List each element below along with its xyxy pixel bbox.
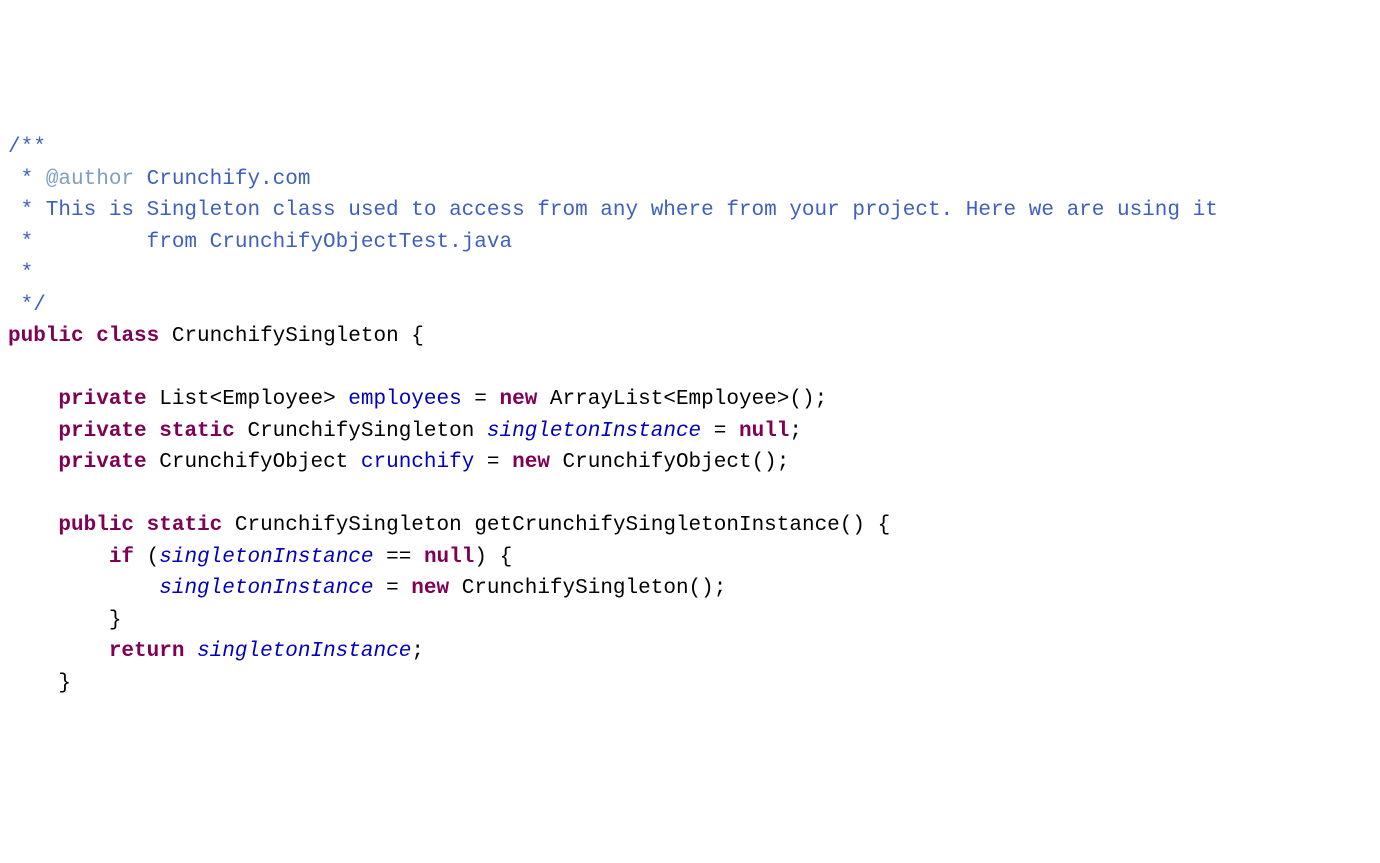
code-text: == [374,546,424,569]
code-text: = [701,420,739,443]
code-text [8,388,58,411]
javadoc-tag: @author [46,168,134,191]
code-line: * This is Singleton class used to access… [8,199,1218,222]
keyword: private [58,451,146,474]
code-text: CrunchifySingleton [235,420,487,443]
static-field: singletonInstance [197,640,411,663]
code-line: * [8,262,46,285]
keyword: class [96,325,159,348]
keyword: private [58,420,146,443]
code-line: /** [8,136,46,159]
code-text [84,325,97,348]
code-text: List<Employee> [147,388,349,411]
keyword: static [159,420,235,443]
code-line: */ [8,294,46,317]
code-text [184,640,197,663]
code-text [8,420,58,443]
code-text: CrunchifyObject(); [550,451,789,474]
code-text: ) { [474,546,512,569]
code-text: CrunchifySingleton(); [449,577,726,600]
code-text: = [373,577,411,600]
code-text: ArrayList<Employee>(); [537,388,827,411]
static-field: singletonInstance [487,420,701,443]
code-text [134,514,147,537]
keyword: return [109,640,185,663]
code-text: CrunchifyObjectTest.java [210,231,512,254]
code-text [8,546,109,569]
static-field: singletonInstance [159,577,373,600]
code-text [8,514,58,537]
field: crunchify [361,451,474,474]
field: employees [348,388,461,411]
code-line: } [8,672,71,695]
code-text: CrunchifyObject [147,451,361,474]
code-block: /** * @author Crunchify.com * This is Si… [8,132,1372,699]
code-text: ; [789,420,802,443]
keyword: new [512,451,550,474]
keyword: static [147,514,223,537]
keyword: new [411,577,449,600]
code-text: = [474,451,512,474]
code-line: * from [8,231,210,254]
code-text: CrunchifySingleton getCrunchifySingleton… [222,514,890,537]
code-text: CrunchifySingleton { [159,325,424,348]
static-field: singletonInstance [159,546,373,569]
code-text: ( [134,546,159,569]
code-text: Crunchify.com [134,168,310,191]
keyword: public [8,325,84,348]
code-text [8,451,58,474]
code-line: } [8,609,121,632]
code-text [8,640,109,663]
keyword: public [58,514,134,537]
code-text [147,420,160,443]
keyword: private [58,388,146,411]
code-text [8,577,159,600]
keyword: null [739,420,789,443]
keyword: null [424,546,474,569]
code-text: ; [411,640,424,663]
code-line: * [8,168,46,191]
keyword: new [500,388,538,411]
keyword: if [109,546,134,569]
code-text: = [462,388,500,411]
